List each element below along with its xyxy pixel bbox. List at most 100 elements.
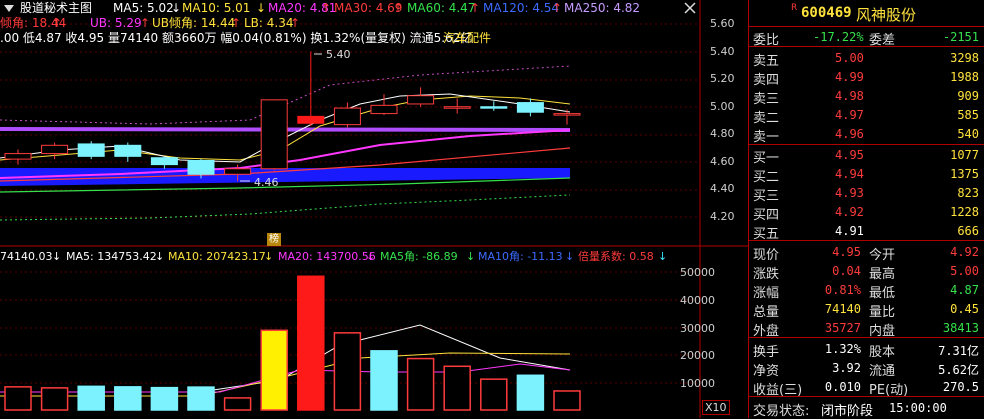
bid-row[interactable]: 买四 4.92 1228 — [749, 202, 984, 223]
stat-value: 5.62亿 — [938, 363, 979, 377]
candle — [297, 51, 325, 127]
status-value: 闭市阶段 — [821, 404, 874, 419]
stat-row: 外盘 35727 内盘 38413 — [749, 318, 984, 339]
vol-tick: 10000 — [680, 377, 715, 390]
ask-row[interactable]: 卖四 4.99 1988 — [749, 67, 984, 88]
low-price-label: 4.46 — [254, 176, 279, 189]
ask-price: 5.00 — [835, 51, 864, 65]
weibi-value: -17.22% — [813, 30, 864, 44]
ask-label: 卖一 — [753, 130, 780, 145]
stat-row: 涨幅 0.81% 最低 4.87 — [749, 280, 984, 301]
candle-body — [333, 107, 361, 126]
candle-body — [260, 99, 288, 170]
sector-link[interactable]: 汽车配件 — [443, 31, 491, 45]
main-indicator-title[interactable]: 股道秘术主图 — [20, 1, 92, 15]
price-tick: 5.20 — [710, 72, 735, 85]
ask-row[interactable]: 卖三 4.98 909 — [749, 86, 984, 107]
volume-bar — [480, 378, 508, 411]
vol-tick: 20000 — [680, 349, 715, 362]
kline-chart-panel[interactable]: 5.40 4.46 股道秘术主图 MA5: 5.02 ↓ MA10: 5.01 ↓ … — [0, 0, 748, 418]
candle-body — [150, 157, 178, 166]
ma120-readout: MA120: 4.54 — [483, 1, 560, 15]
vol-tick: 40000 — [680, 294, 715, 307]
vol-tick: 30000 — [680, 322, 715, 335]
candle-body — [480, 106, 508, 109]
volume-bar — [150, 386, 179, 411]
trading-status-row: 交易状态: 闭市阶段 15:00:00 — [749, 398, 984, 419]
bid-row[interactable]: 买一 4.95 1077 — [749, 145, 984, 166]
bid-volume: 1077 — [950, 148, 979, 162]
volume-bar — [4, 386, 32, 411]
stat-value: 0.010 — [824, 380, 861, 394]
bid-row[interactable]: 买五 4.91 666 — [749, 221, 984, 242]
candle — [516, 98, 544, 117]
bid-price: 4.95 — [835, 148, 864, 162]
stock-code[interactable]: 600469 — [801, 5, 852, 21]
vol-ma10-readout: MA10: 207423.17 — [168, 250, 266, 263]
ask-price: 4.98 — [835, 89, 864, 103]
bid-price: 4.92 — [835, 205, 864, 219]
stat-value: 270.5 — [942, 380, 979, 394]
candle-body — [41, 144, 69, 155]
bid-row[interactable]: 买三 4.93 823 — [749, 183, 984, 204]
candle-body — [4, 153, 32, 160]
stat-value: 35727 — [824, 321, 861, 335]
volume-bar — [223, 397, 252, 411]
ma250-readout: MA250: 4.82 — [564, 1, 641, 15]
candle — [407, 87, 435, 107]
volume-bar — [187, 386, 215, 411]
margin-flag: R — [791, 3, 798, 13]
lb-readout: LB: 4.34 — [244, 16, 294, 30]
ask-row[interactable]: 卖五 5.00 3298 — [749, 48, 984, 69]
volume-bar — [40, 387, 69, 411]
ask-row[interactable]: 卖一 4.96 540 — [749, 124, 984, 145]
bid-row[interactable]: 买二 4.94 1375 — [749, 164, 984, 185]
volume-bar — [260, 329, 288, 411]
stat-value: 3.92 — [832, 361, 861, 375]
candle-body — [443, 106, 471, 109]
price-tick: 5.00 — [710, 100, 735, 113]
weicha-value: -2151 — [942, 30, 979, 44]
kline-chart-canvas[interactable]: 5.40 4.46 — [0, 0, 748, 418]
volume-bar — [406, 357, 435, 411]
candle-body — [407, 95, 435, 105]
candle — [150, 156, 178, 169]
volume-bar — [553, 390, 581, 411]
stat-value: 1.32% — [824, 342, 861, 356]
candle — [480, 101, 508, 111]
candle — [260, 99, 288, 171]
close-icon[interactable] — [684, 2, 698, 16]
stat-row: 收益(三) 0.010 PE(动) 270.5 — [749, 377, 984, 398]
stat-value: 0.04 — [832, 264, 861, 278]
candle-body — [224, 168, 252, 175]
bid-volume: 666 — [957, 224, 979, 238]
candle — [114, 142, 142, 162]
bid-price: 4.94 — [835, 167, 864, 181]
stat-value: 4.95 — [832, 245, 861, 259]
stat-value: 4.87 — [950, 283, 979, 297]
volume-bar — [297, 275, 325, 411]
candle — [333, 102, 361, 128]
volume-bar — [516, 374, 545, 411]
ask-price: 4.97 — [835, 108, 864, 122]
candle-body — [77, 143, 105, 157]
volume-bar — [77, 385, 105, 411]
collapse-icon[interactable] — [2, 1, 16, 15]
rank-badge[interactable]: 榜 — [267, 233, 281, 246]
candle-body — [297, 115, 325, 124]
ask-row[interactable]: 卖二 4.97 585 — [749, 105, 984, 126]
status-time: 15:00:00 — [889, 401, 947, 415]
ma60-readout: MA60: 4.47 — [407, 1, 476, 15]
ask-volume: 540 — [957, 127, 979, 141]
vol-ma5-readout: MA5: 134753.42 — [66, 250, 157, 263]
price-tick: 4.60 — [710, 155, 735, 168]
beiliang-readout: 倍量系数: 0.58 — [578, 250, 654, 263]
stock-name[interactable]: 风神股份 — [856, 4, 916, 25]
ask-price: 4.96 — [835, 127, 864, 141]
status-label: 交易状态: — [753, 404, 810, 419]
candle — [4, 149, 32, 165]
stat-row: 总量 74140 量比 0.45 — [749, 299, 984, 320]
ub-readout: UB: 5.29 — [90, 16, 142, 30]
volume-bar — [443, 365, 471, 411]
quote-panel: R 600469 风神股份 委比 -17.22% 委差 -2151 卖五 5.00… — [748, 0, 984, 419]
